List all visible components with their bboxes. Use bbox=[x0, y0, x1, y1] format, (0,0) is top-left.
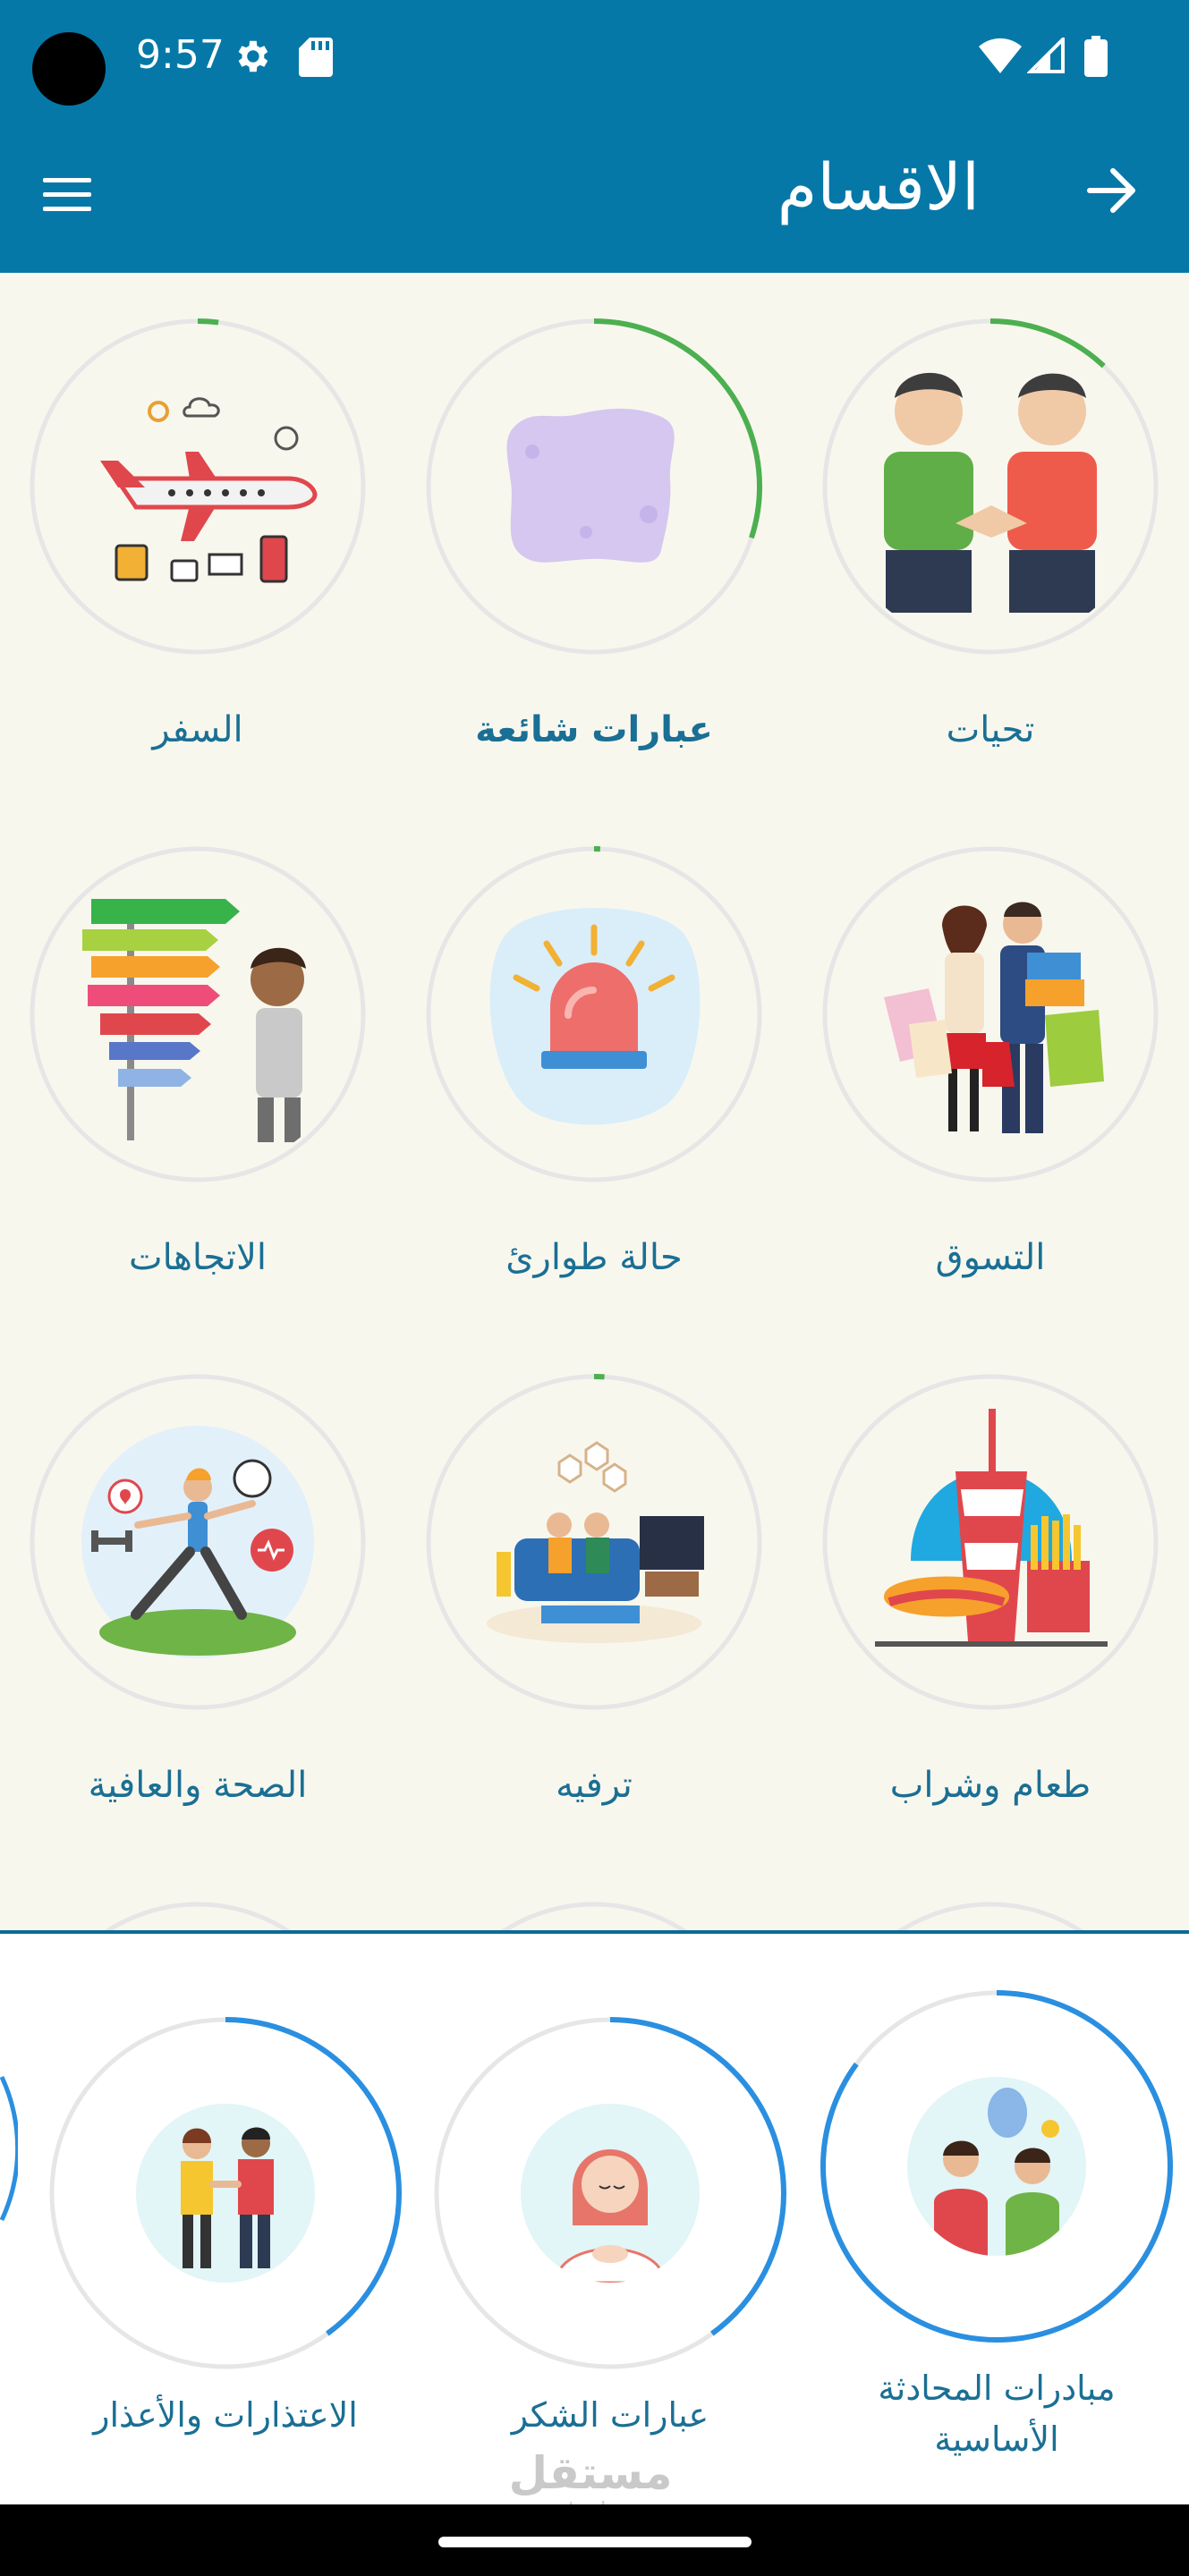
category-label: طعام وشراب bbox=[889, 1765, 1091, 1806]
conversation-illustration bbox=[907, 2077, 1086, 2256]
page-title: الاقسام bbox=[777, 149, 980, 225]
signal-icon bbox=[1027, 38, 1065, 73]
category-label: التسوق bbox=[935, 1237, 1046, 1278]
lesson-label-line2: الأساسية bbox=[934, 2419, 1059, 2459]
category-label: حالة طوارئ bbox=[505, 1237, 683, 1278]
lesson-label-line1: عبارات الشكر bbox=[511, 2395, 709, 2435]
categories-grid: تحيات عبارات شائعة السفر التسوق حالة طوا… bbox=[0, 273, 1189, 1930]
category-label: الاتجاهات bbox=[128, 1237, 267, 1278]
lesson-label: مبادرات المحادثة الأساسية bbox=[800, 2363, 1189, 2465]
system-navigation-bar bbox=[0, 2504, 1189, 2576]
thankful-woman-illustration bbox=[521, 2104, 700, 2283]
category-label: ترفيه bbox=[556, 1765, 633, 1806]
fitness-illustration bbox=[38, 1382, 358, 1702]
category-greetings[interactable]: تحيات bbox=[793, 316, 1188, 817]
siren-illustration bbox=[434, 854, 754, 1174]
category-emergency[interactable]: حالة طوارئ bbox=[396, 843, 792, 1344]
category-food-drink[interactable]: طعام وشراب bbox=[793, 1371, 1188, 1872]
lesson-label-line1: الاعتذارات والأعذار bbox=[93, 2395, 358, 2435]
lesson-label-line1: مبادرات المحادثة bbox=[878, 2368, 1116, 2408]
category-shopping[interactable]: التسوق bbox=[793, 843, 1188, 1344]
category-health-wellness[interactable]: الصحة والعافية bbox=[0, 1371, 395, 1872]
progress-ring-track bbox=[897, 1902, 1083, 1930]
category-travel[interactable]: السفر bbox=[0, 316, 395, 817]
fast-food-illustration bbox=[830, 1382, 1151, 1702]
category-partial bbox=[396, 1899, 792, 1930]
arrow-right-icon[interactable] bbox=[1084, 163, 1140, 218]
apology-illustration bbox=[136, 2104, 315, 2283]
status-bar: 9:57 bbox=[0, 0, 1189, 114]
shopping-illustration bbox=[830, 854, 1151, 1174]
hamburger-menu-icon[interactable] bbox=[36, 171, 104, 217]
purple-blob-illustration bbox=[434, 326, 754, 647]
category-label: السفر bbox=[152, 709, 243, 750]
category-directions[interactable]: الاتجاهات bbox=[0, 843, 395, 1344]
category-partial bbox=[793, 1899, 1188, 1930]
sd-card-icon bbox=[299, 38, 333, 77]
next-card-ring-edge bbox=[0, 2075, 18, 2222]
living-room-illustration bbox=[434, 1382, 754, 1702]
progress-ring-track bbox=[105, 1902, 291, 1930]
category-common-phrases[interactable]: عبارات شائعة bbox=[396, 316, 792, 817]
signpost-illustration bbox=[38, 854, 358, 1174]
camera-cutout bbox=[32, 32, 106, 106]
wifi-icon bbox=[979, 38, 1022, 73]
handshake-illustration bbox=[830, 326, 1151, 647]
lesson-label: عبارات الشكر bbox=[413, 2390, 807, 2441]
home-indicator[interactable] bbox=[438, 2537, 752, 2547]
gear-icon bbox=[238, 40, 268, 72]
battery-icon bbox=[1084, 36, 1108, 77]
category-label: عبارات شائعة bbox=[475, 709, 713, 750]
status-time: 9:57 bbox=[136, 32, 225, 78]
travel-illustration bbox=[38, 326, 358, 647]
category-label: تحيات bbox=[946, 709, 1035, 750]
app-bar: الاقسام bbox=[0, 114, 1189, 273]
category-label: الصحة والعافية bbox=[88, 1765, 308, 1806]
lesson-label: الاعتذارات والأعذار bbox=[29, 2390, 422, 2441]
category-entertainment[interactable]: ترفيه bbox=[396, 1371, 792, 1872]
watermark-arabic: مستقل bbox=[508, 2447, 673, 2499]
progress-ring-track bbox=[501, 1902, 687, 1930]
lessons-carousel[interactable]: مبادرات المحادثة الأساسية عبارات الشكر ا… bbox=[0, 1930, 1189, 2504]
category-partial bbox=[0, 1899, 395, 1930]
